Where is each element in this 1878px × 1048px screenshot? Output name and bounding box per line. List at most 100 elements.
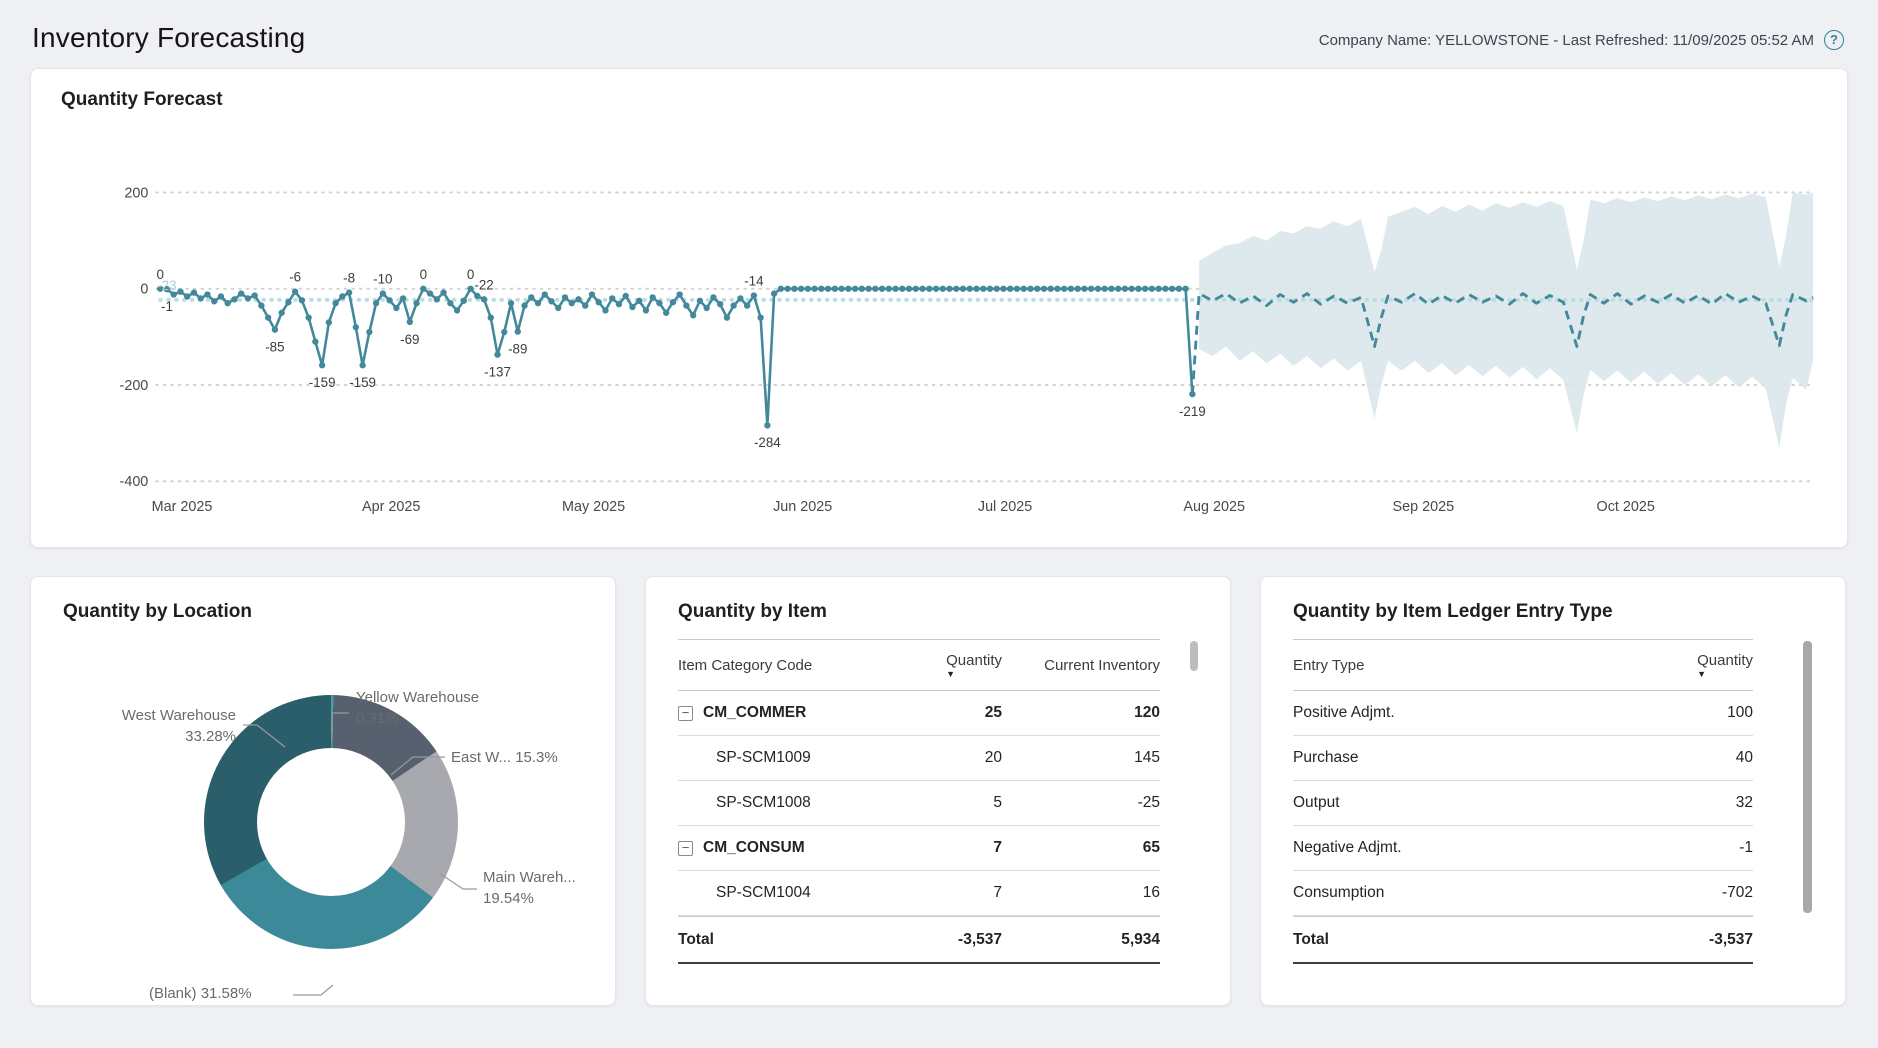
svg-text:Aug 2025: Aug 2025 — [1183, 499, 1245, 515]
row-label: Purchase — [1293, 749, 1633, 767]
donut-label-east-pct: 15.3% — [515, 749, 558, 766]
svg-text:Oct 2025: Oct 2025 — [1597, 499, 1655, 515]
svg-text:Jul 2025: Jul 2025 — [978, 499, 1032, 515]
item-table-total-row: Total -3,537 5,934 — [678, 916, 1160, 964]
item-card-title: Quantity by Item — [678, 601, 1198, 623]
row-label-text: SP-SCM1004 — [716, 884, 811, 902]
svg-text:-400: -400 — [120, 474, 149, 490]
item-col-quantity-label: Quantity — [946, 652, 1002, 669]
item-total-quantity: -3,537 — [890, 931, 1002, 949]
svg-text:-22: -22 — [474, 277, 493, 292]
svg-text:-14: -14 — [744, 274, 764, 289]
quantity-by-location-card: Quantity by Location West Warehouse 33.2… — [30, 576, 616, 1006]
ledger-table-header-row[interactable]: Entry Type Quantity▼ — [1293, 639, 1753, 691]
ledger-col-entry-type[interactable]: Entry Type — [1293, 657, 1633, 674]
table-row[interactable]: SP-SCM1004 716 — [678, 871, 1160, 916]
svg-text:-200: -200 — [120, 378, 149, 394]
forecast-card-title: Quantity Forecast — [61, 89, 1817, 111]
help-icon[interactable]: ? — [1824, 30, 1844, 50]
table-row[interactable]: Negative Adjmt.-1 — [1293, 826, 1753, 871]
ledger-table-scrollbar[interactable] — [1803, 641, 1812, 913]
item-col-category[interactable]: Item Category Code — [678, 657, 890, 674]
ledger-col-quantity-label: Quantity — [1697, 652, 1753, 669]
donut-label-west-pct: 33.28% — [122, 726, 236, 747]
ledger-table-total-row: Total -3,537 — [1293, 916, 1753, 964]
row-label: Consumption — [1293, 884, 1633, 902]
row-value: 145 — [1002, 749, 1160, 767]
donut-label-main-pct: 19.54% — [483, 888, 576, 909]
item-table-header-row[interactable]: Item Category Code Quantity▼ Current Inv… — [678, 639, 1160, 691]
bottom-cards-row: Quantity by Location West Warehouse 33.2… — [30, 576, 1848, 1006]
quantity-by-item-card: Quantity by Item Item Category Code Quan… — [645, 576, 1231, 1006]
dashboard-page: Inventory Forecasting Company Name: YELL… — [0, 0, 1878, 1006]
donut-label-main: Main Wareh... 19.54% — [483, 867, 576, 909]
quantity-by-item-table: Item Category Code Quantity▼ Current Inv… — [678, 639, 1198, 964]
donut-label-east: East W... 15.3% — [451, 747, 558, 768]
row-value: 5 — [890, 794, 1002, 812]
svg-text:200: 200 — [124, 185, 148, 201]
row-value: -25 — [1002, 794, 1160, 812]
row-value: 65 — [1002, 839, 1160, 857]
table-row[interactable]: −CM_CONSUM765 — [678, 826, 1160, 871]
collapse-icon[interactable]: − — [678, 706, 693, 721]
donut-label-blank-name: (Blank) — [149, 985, 197, 1002]
svg-text:-23: -23 — [157, 278, 176, 293]
table-row[interactable]: Output32 — [1293, 781, 1753, 826]
row-label: Output — [1293, 794, 1633, 812]
top-bar: Inventory Forecasting Company Name: YELL… — [30, 18, 1848, 68]
svg-text:-8: -8 — [343, 271, 355, 286]
ledger-table-body: Positive Adjmt.100Purchase40Output32Nega… — [1293, 691, 1753, 916]
row-value: -1 — [1633, 839, 1753, 857]
collapse-icon[interactable]: − — [678, 841, 693, 856]
row-label: −CM_CONSUM — [678, 839, 890, 857]
donut-label-blank-pct: 31.58% — [201, 985, 252, 1002]
svg-text:-6: -6 — [289, 270, 301, 285]
row-value: 20 — [890, 749, 1002, 767]
svg-text:-85: -85 — [265, 339, 284, 354]
table-row[interactable]: SP-SCM1009 20145 — [678, 736, 1160, 781]
svg-text:Sep 2025: Sep 2025 — [1393, 499, 1455, 515]
table-row[interactable]: −CM_COMMER25120 — [678, 691, 1160, 736]
sort-desc-icon: ▼ — [1697, 670, 1706, 678]
quantity-forecast-chart[interactable]: 2000-200-400Mar 2025Apr 2025May 2025Jun … — [61, 133, 1817, 528]
row-label: SP-SCM1008 — [678, 794, 890, 812]
item-col-quantity[interactable]: Quantity▼ — [890, 652, 1002, 678]
row-value: 16 — [1002, 884, 1160, 902]
svg-text:-137: -137 — [484, 364, 511, 379]
table-row[interactable]: Consumption-702 — [1293, 871, 1753, 916]
svg-text:Jun 2025: Jun 2025 — [773, 499, 832, 515]
donut-label-yellow-name: Yellow Warehouse — [356, 687, 479, 708]
ledger-col-quantity[interactable]: Quantity▼ — [1633, 652, 1753, 678]
row-value: 25 — [890, 704, 1002, 722]
svg-text:-10: -10 — [373, 272, 392, 287]
item-col-inventory[interactable]: Current Inventory — [1002, 657, 1160, 674]
quantity-forecast-card: Quantity Forecast 2000-200-400Mar 2025Ap… — [30, 68, 1848, 548]
row-label: SP-SCM1009 — [678, 749, 890, 767]
row-value: 7 — [890, 884, 1002, 902]
row-value: 32 — [1633, 794, 1753, 812]
svg-text:May 2025: May 2025 — [562, 499, 625, 515]
svg-text:-69: -69 — [400, 332, 419, 347]
ledger-table: Entry Type Quantity▼ Positive Adjmt.100P… — [1293, 639, 1813, 964]
row-label: −CM_COMMER — [678, 704, 890, 722]
row-label-text: SP-SCM1009 — [716, 749, 811, 767]
row-label: SP-SCM1004 — [678, 884, 890, 902]
quantity-by-ledger-card: Quantity by Item Ledger Entry Type Entry… — [1260, 576, 1846, 1006]
svg-text:Apr 2025: Apr 2025 — [362, 499, 420, 515]
donut-label-west: West Warehouse 33.28% — [122, 705, 236, 747]
row-value: 100 — [1633, 704, 1753, 722]
item-total-inventory: 5,934 — [1002, 931, 1160, 949]
item-table-scrollbar[interactable] — [1190, 641, 1198, 671]
table-row[interactable]: SP-SCM10085-25 — [678, 781, 1160, 826]
item-table-body: −CM_COMMER25120 SP-SCM1009 20145 SP-SCM1008… — [678, 691, 1160, 916]
row-value: 40 — [1633, 749, 1753, 767]
table-row[interactable]: Positive Adjmt.100 — [1293, 691, 1753, 736]
svg-text:0: 0 — [467, 267, 474, 282]
ledger-total-quantity: -3,537 — [1633, 931, 1753, 949]
location-donut-chart[interactable] — [204, 695, 458, 949]
table-row[interactable]: Purchase40 — [1293, 736, 1753, 781]
svg-text:-1: -1 — [161, 299, 173, 314]
row-label: Negative Adjmt. — [1293, 839, 1633, 857]
donut-label-east-name: East W... — [451, 749, 511, 766]
row-value: 7 — [890, 839, 1002, 857]
